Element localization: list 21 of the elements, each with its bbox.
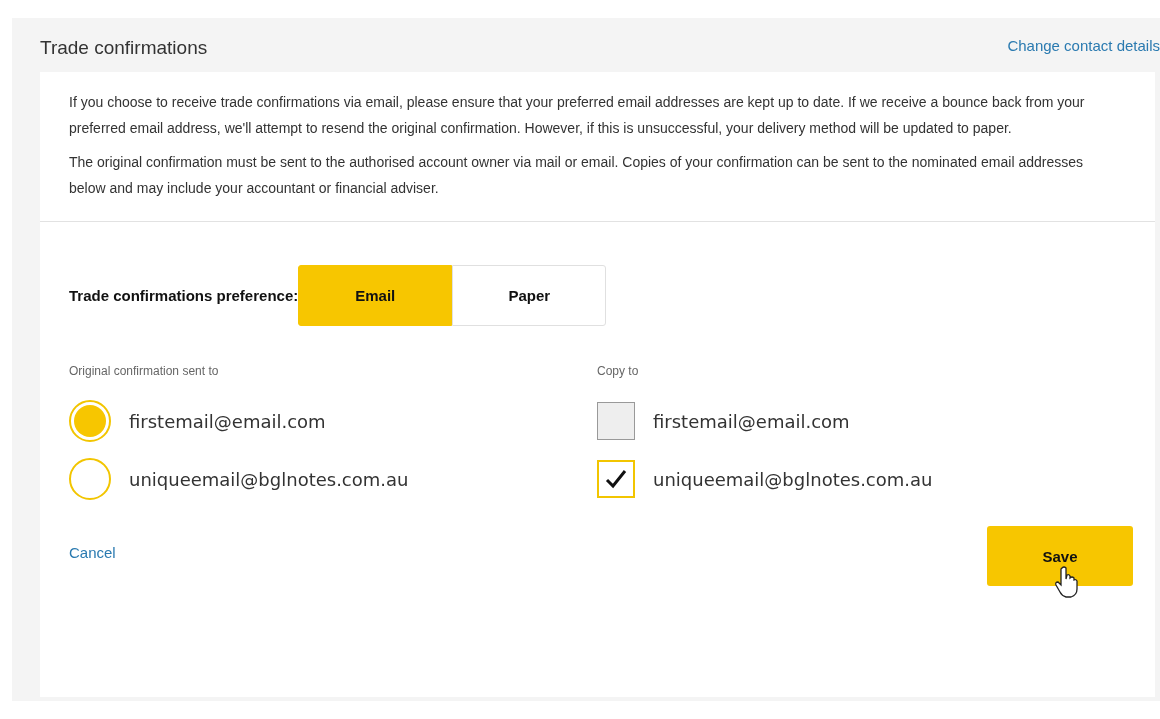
change-contact-details-link[interactable]: Change contact details [1007, 36, 1160, 54]
section-title: Trade confirmations [40, 36, 208, 59]
info-paragraph: The original confirmation must be sent to the authorised account owner via mail or email. Copies of your confirmation can be sent to the nominated email addresses below and may include your accountant or financial adviser. [69, 153, 1084, 198]
preference-toggle[interactable]: Paper [452, 265, 607, 326]
info-paragraph: If you choose to receive trade confirmations via email, please ensure that your preferred email addresses are kept up to date. If we receive a bounce back from your preferred email address, we'll attempt to resend the original confirmation. However, if this is unsuccessful, your delivery method will be updated to paper. [69, 93, 1086, 138]
check-icon [605, 469, 627, 489]
original-label: Original confirmation sent to [69, 364, 220, 378]
checkbox[interactable] [597, 402, 635, 440]
hand-cursor-icon [1055, 566, 1081, 598]
radio-button[interactable] [69, 400, 111, 442]
checkbox[interactable] [597, 460, 635, 498]
radio-button[interactable] [69, 458, 111, 500]
email-label: uniqueemail@bglnotes.com.au [653, 468, 933, 490]
copy-label: Copy to [597, 364, 640, 378]
email-label: firstemail@email.com [129, 410, 326, 432]
preference-label: Trade confirmations preference: [69, 287, 299, 304]
cancel-link[interactable]: Cancel [69, 544, 116, 561]
preference-toggle[interactable]: Email [298, 265, 453, 326]
email-label: uniqueemail@bglnotes.com.au [129, 468, 409, 490]
save-button[interactable]: Save [987, 526, 1133, 586]
email-label: firstemail@email.com [653, 410, 850, 432]
